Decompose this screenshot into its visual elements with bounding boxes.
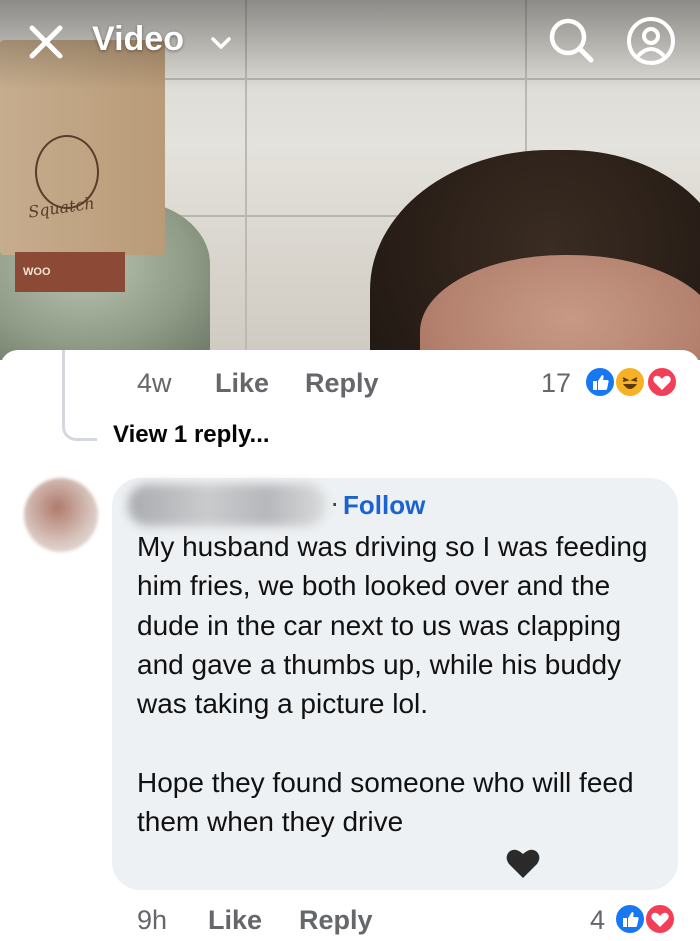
view-replies-link[interactable]: View 1 reply... [113, 421, 270, 449]
black-heart-icon [504, 844, 542, 882]
search-icon [549, 18, 594, 63]
haha-reaction-icon [614, 366, 646, 398]
video-menu-button[interactable] [208, 30, 234, 56]
video-player[interactable]: Squatch WOO Video [0, 0, 700, 360]
like-reaction-icon [584, 366, 616, 398]
product-label: Squatch [27, 193, 96, 222]
previous-reaction-count[interactable]: 17 [541, 368, 571, 399]
profile-button[interactable] [624, 14, 678, 68]
separator-dot: · [330, 487, 340, 518]
chevron-down-icon [211, 37, 231, 49]
previous-comment-time: 4w [137, 368, 172, 398]
comment-text: My husband was driving so I was feeding … [137, 531, 648, 838]
follow-button[interactable]: Follow [343, 490, 425, 521]
avatar[interactable] [24, 478, 98, 552]
previous-reply-button[interactable]: Reply [305, 368, 379, 399]
search-button[interactable] [544, 14, 598, 68]
reply-button[interactable]: Reply [299, 905, 373, 936]
close-button[interactable] [26, 22, 66, 62]
close-icon [29, 25, 63, 59]
comment-time: 9h [137, 905, 168, 935]
profile-icon [627, 17, 675, 65]
love-reaction-icon [646, 366, 678, 398]
comment-author-name-redacted[interactable] [128, 484, 326, 526]
product-band: WOO [15, 252, 125, 292]
comment-reaction-count[interactable]: 4 [590, 905, 605, 936]
video-title[interactable]: Video [92, 20, 184, 59]
previous-like-button[interactable]: Like [215, 368, 269, 399]
like-reaction-icon [614, 903, 646, 935]
product-band-text: WOO [23, 266, 51, 278]
like-button[interactable]: Like [208, 905, 262, 936]
love-reaction-icon [644, 903, 676, 935]
